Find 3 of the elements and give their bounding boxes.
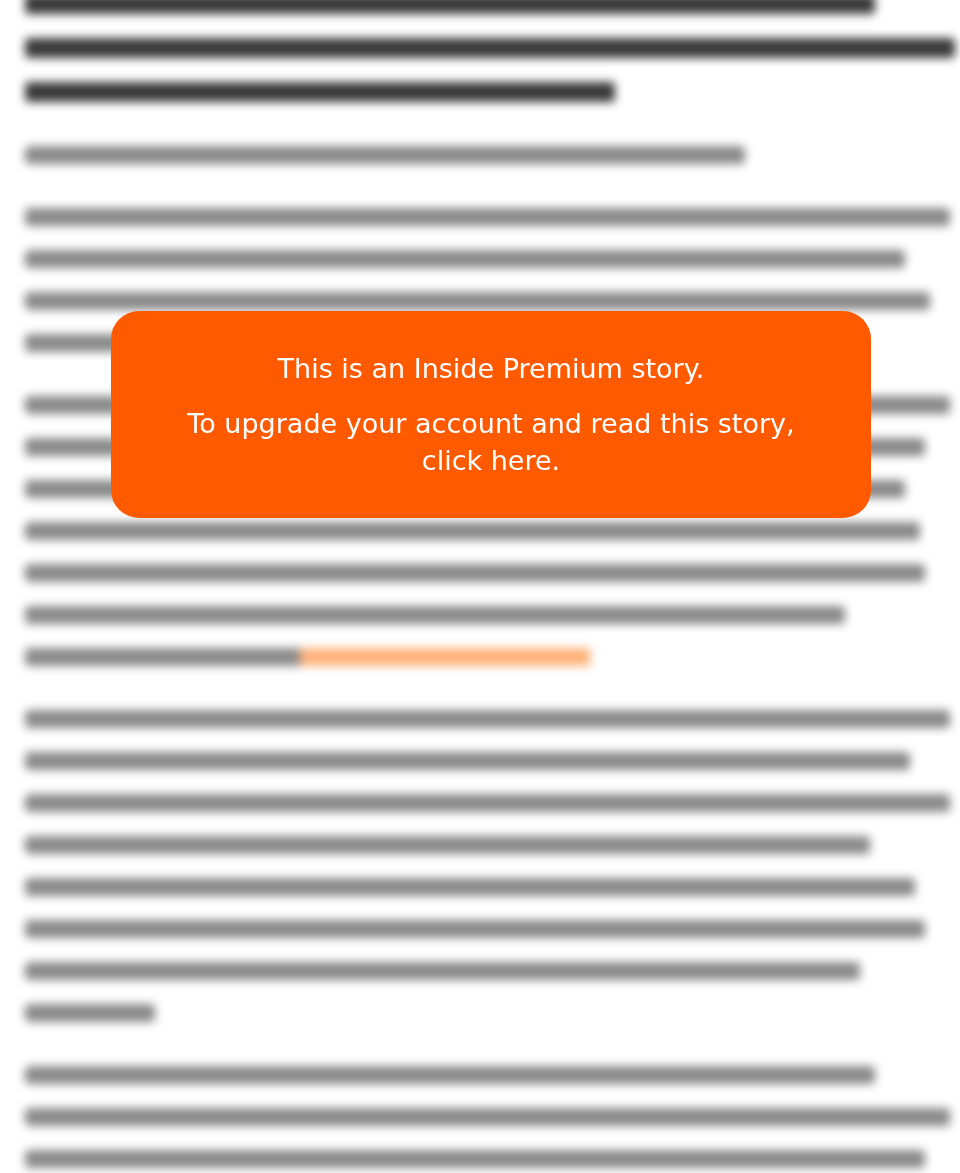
paywall-banner[interactable]: This is an Inside Premium story. To upgrade your account and read this story, click here. xyxy=(111,311,871,518)
paywall-title: This is an Inside Premium story. xyxy=(277,351,705,386)
paywall-message[interactable]: To upgrade your account and read this story, click here. xyxy=(181,404,801,479)
